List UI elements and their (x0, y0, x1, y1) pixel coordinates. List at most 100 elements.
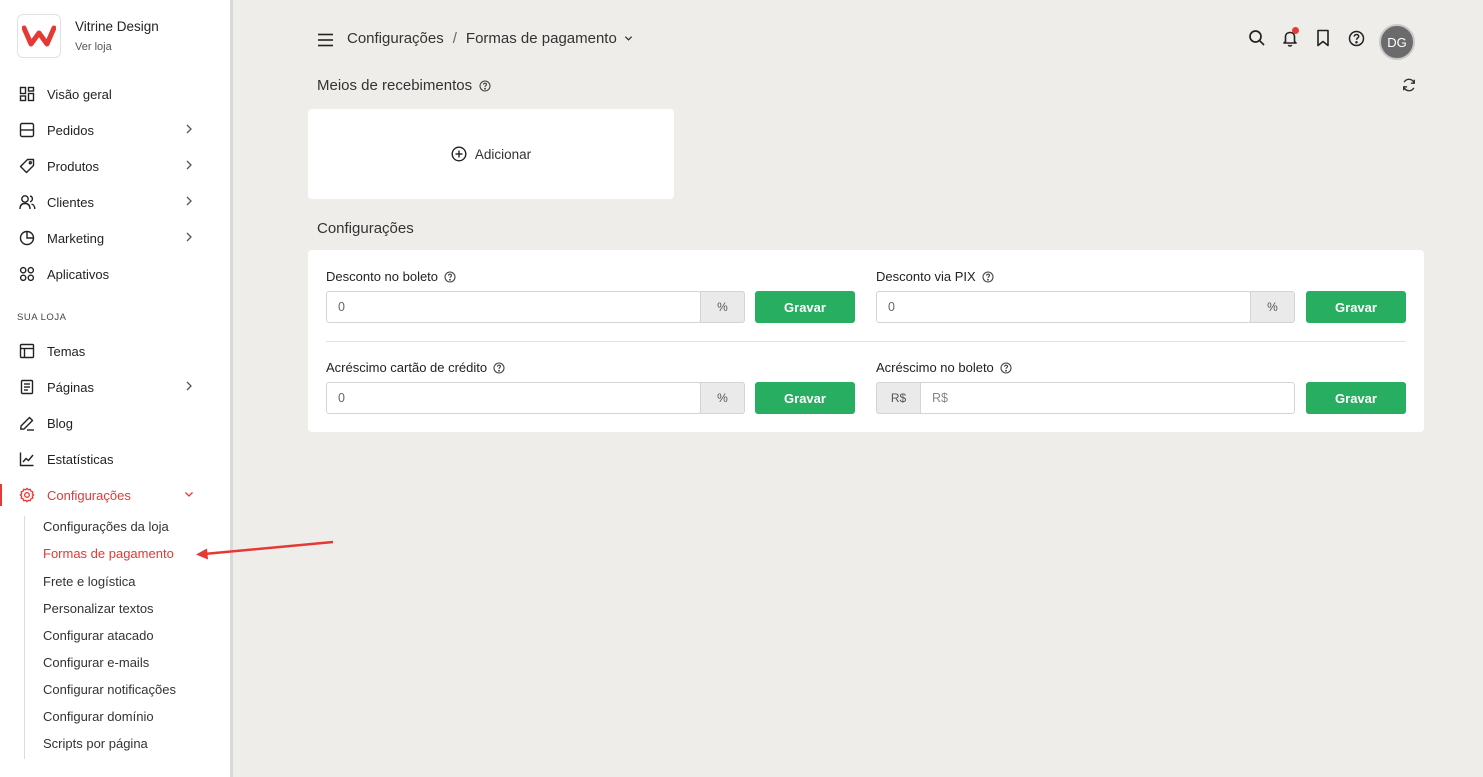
help-icon[interactable] (1346, 28, 1366, 48)
save-acrescimo-cartao-button[interactable]: Gravar (755, 382, 855, 414)
breadcrumb-separator: / (452, 30, 457, 47)
desconto-pix-input[interactable]: 0 (876, 291, 1251, 323)
avatar[interactable]: DG (1379, 24, 1415, 60)
submenu-item-frete-e-logistica[interactable]: Frete e logística (43, 574, 136, 589)
breadcrumb: Configurações / Formas de pagamento (347, 30, 633, 47)
sidebar-item-label: Configurações (47, 487, 131, 503)
sidebar-item-label: Estatísticas (47, 451, 114, 467)
store-name: Vitrine Design (75, 18, 159, 34)
sidebar-item-blog[interactable]: Blog (0, 408, 230, 438)
submenu-item-configurar-e-mails[interactable]: Configurar e-mails (43, 655, 149, 670)
page-icon (18, 378, 36, 396)
gear-icon (18, 486, 36, 504)
label-text: Desconto no boleto (326, 269, 439, 284)
submenu-item-configuracoes-da-loja[interactable]: Configurações da loja (43, 519, 169, 534)
chevron-down-icon (185, 492, 193, 497)
help-circle-icon[interactable] (982, 270, 994, 283)
sidebar-item-configuracoes[interactable]: Configurações (0, 480, 230, 510)
sidebar-item-label: Temas (47, 343, 86, 359)
percent-addon: % (700, 291, 745, 323)
breadcrumb-current[interactable]: Formas de pagamento (466, 30, 617, 47)
chevron-right-icon (186, 232, 192, 242)
pie-chart-icon (18, 229, 36, 247)
label-text: Acréscimo no boleto (876, 360, 994, 375)
percent-addon: % (1250, 291, 1295, 323)
sidebar-item-estatisticas[interactable]: Estatísticas (0, 444, 230, 474)
brand[interactable]: Vitrine Design Ver loja (17, 14, 159, 58)
chevron-right-icon (186, 196, 192, 206)
label-text: Desconto via PIX (876, 269, 976, 284)
save-desconto-pix-button[interactable]: Gravar (1306, 291, 1406, 323)
sidebar: Vitrine Design Ver loja Visão geral Pedi… (0, 0, 233, 777)
section-title-settings: Configurações (317, 220, 414, 237)
sidebar-item-marketing[interactable]: Marketing (0, 223, 230, 253)
menu-toggle-icon[interactable] (318, 33, 333, 47)
submenu-item-scripts-por-pagina[interactable]: Scripts por página (43, 736, 148, 751)
line-chart-icon (18, 450, 36, 468)
save-acrescimo-boleto-button[interactable]: Gravar (1306, 382, 1406, 414)
percent-addon: % (700, 382, 745, 414)
view-store-link[interactable]: Ver loja (75, 39, 159, 55)
submenu-item-configurar-notificacoes[interactable]: Configurar notificações (43, 682, 176, 697)
chevron-right-icon (186, 381, 192, 391)
chevron-right-icon (186, 160, 192, 170)
receiving-title: Meios de recebimentos (317, 77, 473, 94)
acrescimo-boleto-input[interactable]: R$ (920, 382, 1295, 414)
bookmark-icon[interactable] (1313, 28, 1333, 48)
sidebar-item-pedidos[interactable]: Pedidos (0, 115, 230, 145)
sidebar-item-visao-geral[interactable]: Visão geral (0, 79, 230, 109)
apps-icon (18, 265, 36, 283)
sidebar-item-label: Blog (47, 415, 74, 431)
annotation-arrow (196, 540, 334, 560)
orders-icon (18, 121, 36, 139)
sidebar-item-label: Páginas (47, 379, 94, 395)
submenu-item-formas-de-pagamento[interactable]: Formas de pagamento (43, 546, 174, 561)
field-label-acrescimo-cartao: Acréscimo cartão de crédito (326, 360, 505, 375)
submenu-item-configurar-atacado[interactable]: Configurar atacado (43, 628, 154, 643)
help-circle-icon[interactable] (444, 270, 456, 283)
help-circle-icon[interactable] (1000, 361, 1012, 374)
sidebar-item-clientes[interactable]: Clientes (0, 187, 230, 217)
dashboard-icon (18, 85, 36, 103)
top-actions (1234, 27, 1366, 48)
field-label-desconto-pix: Desconto via PIX (876, 269, 994, 284)
submenu-item-personalizar-textos[interactable]: Personalizar textos (43, 601, 154, 616)
field-label-desconto-boleto: Desconto no boleto (326, 269, 456, 284)
pen-icon (18, 414, 36, 432)
tag-icon (18, 157, 36, 175)
settings-card: Desconto no boleto 0 % Gravar Desconto v… (308, 250, 1424, 432)
notification-badge (1292, 27, 1299, 34)
sidebar-item-label: Aplicativos (47, 266, 110, 282)
chevron-down-icon[interactable] (624, 34, 633, 43)
layout-icon (18, 342, 36, 360)
sidebar-item-label: Visão geral (47, 86, 112, 102)
sidebar-item-label: Clientes (47, 194, 94, 210)
sidebar-item-label: Pedidos (47, 122, 94, 138)
search-icon[interactable] (1247, 28, 1267, 48)
sidebar-item-produtos[interactable]: Produtos (0, 151, 230, 181)
sidebar-item-aplicativos[interactable]: Aplicativos (0, 259, 230, 289)
save-desconto-boleto-button[interactable]: Gravar (755, 291, 855, 323)
acrescimo-cartao-input[interactable]: 0 (326, 382, 701, 414)
add-payment-method-button[interactable]: Adicionar (308, 109, 674, 199)
bell-icon[interactable] (1280, 27, 1300, 48)
label-text: Acréscimo cartão de crédito (326, 360, 488, 375)
users-icon (18, 193, 36, 211)
refresh-icon[interactable] (1401, 77, 1417, 93)
sidebar-item-label: Marketing (47, 230, 105, 246)
sidebar-item-paginas[interactable]: Páginas (0, 372, 230, 402)
help-circle-icon[interactable] (493, 361, 505, 374)
sidebar-item-label: Produtos (47, 158, 100, 174)
add-label: Adicionar (474, 146, 532, 162)
section-title-sua-loja: SUA LOJA (17, 312, 67, 323)
divider (326, 341, 1406, 342)
section-title-receiving: Meios de recebimentos (317, 77, 491, 94)
help-circle-icon[interactable] (479, 79, 491, 92)
sidebar-item-temas[interactable]: Temas (0, 336, 230, 366)
desconto-boleto-input[interactable]: 0 (326, 291, 701, 323)
plus-circle-icon (451, 146, 467, 162)
store-logo[interactable] (17, 14, 61, 58)
submenu-item-configurar-dominio[interactable]: Configurar domínio (43, 709, 154, 724)
chevron-right-icon (186, 124, 192, 134)
breadcrumb-root[interactable]: Configurações (347, 30, 444, 47)
